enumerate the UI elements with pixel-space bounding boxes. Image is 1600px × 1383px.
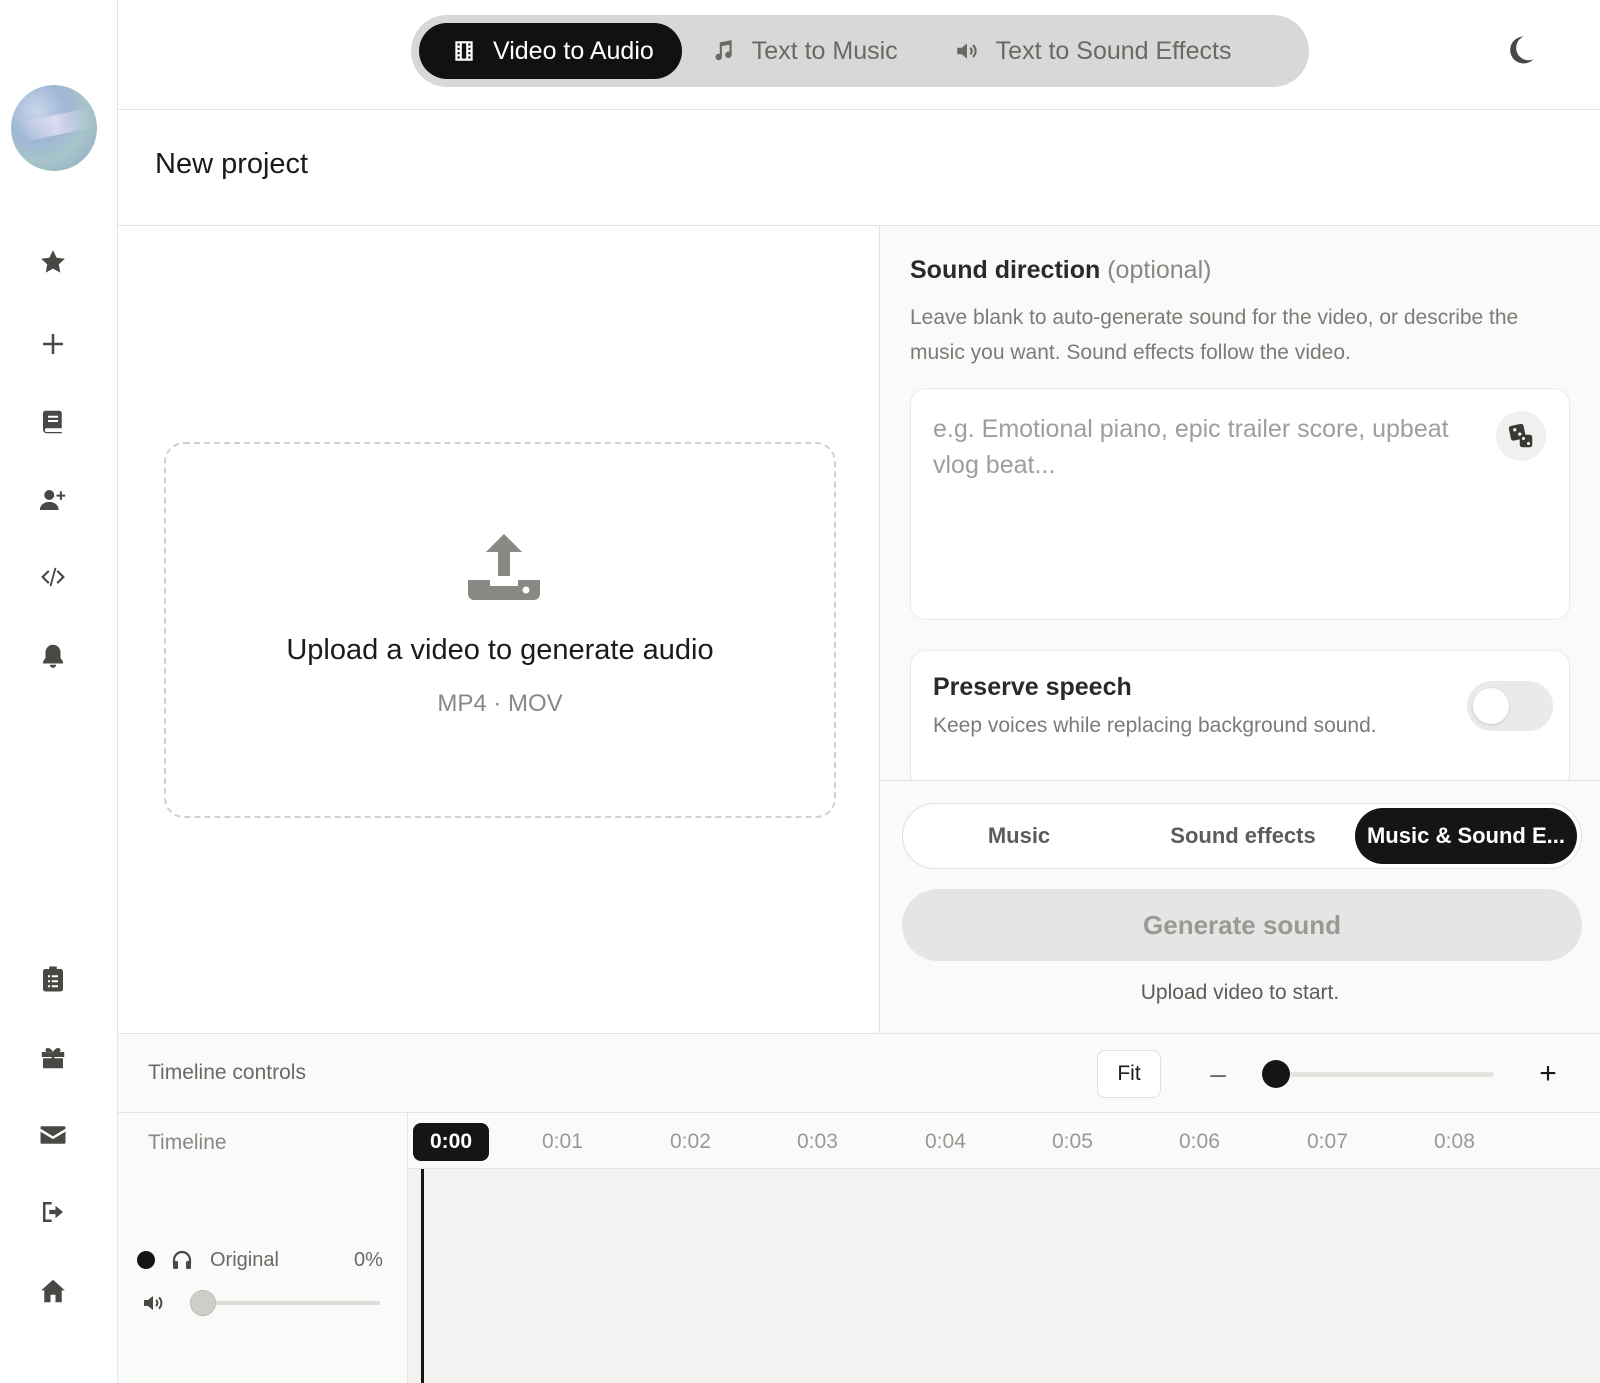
mail-icon[interactable] [34, 1116, 72, 1154]
toggle-knob [1473, 688, 1509, 724]
output-type-music[interactable]: Music [907, 808, 1131, 864]
home-icon[interactable] [34, 1272, 72, 1310]
mode-tab-video-to-audio[interactable]: Video to Audio [419, 23, 682, 79]
code-icon[interactable] [34, 558, 72, 596]
sound-direction-input[interactable]: e.g. Emotional piano, epic trailer score… [910, 388, 1570, 620]
playhead[interactable] [421, 1169, 424, 1383]
generate-hint: Upload video to start. [1140, 981, 1340, 1004]
output-type-music-and-sound-effects[interactable]: Music & Sound E... [1355, 808, 1577, 864]
preserve-speech-description: Keep voices while replacing background s… [933, 714, 1377, 737]
dice-icon[interactable] [1496, 411, 1546, 461]
timeline-controls-label: Timeline controls [148, 1061, 306, 1084]
settings-pane: Sound direction (optional) Leave blank t… [880, 226, 1600, 781]
track-volume-handle[interactable] [190, 1290, 216, 1316]
fit-button[interactable]: Fit [1097, 1050, 1161, 1098]
mode-tab-label: Text to Sound Effects [995, 36, 1232, 65]
add-user-icon[interactable] [34, 481, 72, 519]
output-type-sound-effects[interactable]: Sound effects [1131, 808, 1355, 864]
ruler-tick: 0:07 [1307, 1130, 1348, 1153]
output-type-selector: Music Sound effects Music & Sound E... [902, 803, 1582, 869]
star-icon[interactable] [34, 243, 72, 281]
timeline-controls: Timeline controls Fit – + [118, 1033, 1600, 1113]
track-name: Original [210, 1249, 279, 1271]
preserve-speech-card: Preserve speech Keep voices while replac… [910, 650, 1570, 780]
zoom-slider[interactable] [1270, 1072, 1494, 1077]
plus-icon[interactable] [34, 325, 72, 363]
mode-tab-text-to-music[interactable]: Text to Music [682, 23, 926, 79]
page-title: New project [155, 148, 309, 180]
sound-direction-title: Sound direction (optional) [910, 256, 1211, 285]
sign-out-icon[interactable] [34, 1193, 72, 1231]
mode-tab-label: Video to Audio [493, 36, 654, 65]
upload-title: Upload a video to generate audio [286, 634, 714, 666]
gift-icon[interactable] [34, 1038, 72, 1076]
clipboard-icon[interactable] [34, 960, 72, 998]
zoom-slider-handle[interactable] [1262, 1060, 1290, 1088]
ruler-tick: 0:04 [925, 1130, 966, 1153]
ruler-tick: 0:05 [1052, 1130, 1093, 1153]
generate-sound-button[interactable]: Generate sound [902, 889, 1582, 961]
video-dropzone[interactable]: Upload a video to generate audio MP4 · M… [164, 442, 836, 818]
mode-tab-label: Text to Music [751, 36, 898, 65]
upload-formats: MP4 · MOV [437, 690, 563, 717]
headphones-icon[interactable] [170, 1248, 194, 1272]
track-volume-value: 0% [354, 1249, 383, 1271]
zoom-out-button[interactable]: – [1198, 1054, 1238, 1094]
sidebar [0, 0, 118, 1383]
timeline-title: Timeline [148, 1131, 227, 1154]
film-icon [451, 38, 477, 64]
current-time-marker[interactable]: 0:00 [413, 1123, 490, 1161]
sound-direction-description: Leave blank to auto-generate sound for t… [910, 306, 1519, 364]
timeline-track-area[interactable] [408, 1169, 1600, 1383]
timeline: Timeline Original 0% 0:00 0:01 0:02 0:03… [118, 1113, 1600, 1383]
track-volume-slider[interactable] [200, 1301, 380, 1305]
zoom-in-button[interactable]: + [1528, 1054, 1568, 1094]
ruler-tick: 0:08 [1434, 1130, 1475, 1153]
preserve-speech-toggle[interactable] [1467, 681, 1553, 731]
avatar[interactable] [11, 85, 97, 171]
upload-icon [466, 532, 542, 602]
track-panel: Timeline Original 0% [118, 1113, 408, 1383]
sound-direction-placeholder: e.g. Emotional piano, epic trailer score… [933, 415, 1449, 479]
generate-pane: Music Sound effects Music & Sound E... G… [880, 781, 1600, 1033]
top-bar: Video to Audio Text to Music Text to Sou… [118, 0, 1600, 110]
music-note-icon [710, 38, 736, 64]
book-icon[interactable] [34, 403, 72, 441]
timeline-ruler[interactable]: 0:00 0:01 0:02 0:03 0:04 0:05 0:06 0:07 … [408, 1113, 1600, 1169]
upload-pane: Upload a video to generate audio MP4 · M… [118, 226, 880, 1033]
optional-label: (optional) [1107, 256, 1212, 284]
volume-icon[interactable] [142, 1291, 168, 1315]
mode-switcher: Video to Audio Text to Music Text to Sou… [411, 15, 1309, 87]
project-header: New project [118, 110, 1600, 226]
ruler-tick: 0:03 [797, 1130, 838, 1153]
speaker-icon [954, 38, 980, 64]
moon-icon[interactable] [1503, 33, 1537, 67]
ruler-tick: 0:02 [670, 1130, 711, 1153]
track-record-dot[interactable] [137, 1251, 155, 1269]
preserve-speech-title: Preserve speech [933, 673, 1132, 701]
ruler-tick: 0:01 [542, 1130, 583, 1153]
mode-tab-text-to-sound-effects[interactable]: Text to Sound Effects [926, 23, 1260, 79]
ruler-tick: 0:06 [1179, 1130, 1220, 1153]
sound-direction-label: Sound direction [910, 256, 1101, 284]
bell-icon[interactable] [34, 637, 72, 675]
